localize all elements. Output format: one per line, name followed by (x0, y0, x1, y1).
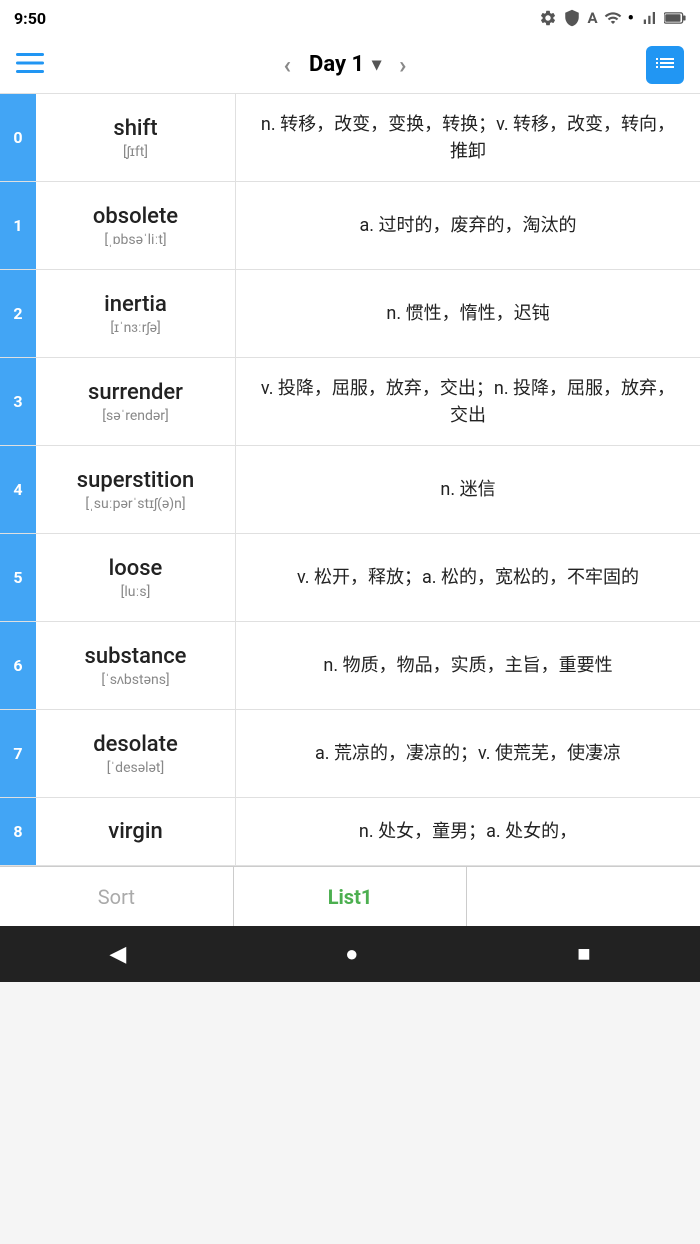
battery-icon (664, 11, 686, 25)
word-phonetic: [səˈrendər] (102, 407, 169, 424)
word-text: desolate (93, 732, 178, 757)
word-text: shift (113, 116, 157, 141)
word-phonetic: [ʃɪft] (123, 143, 148, 160)
word-text: loose (109, 556, 163, 581)
definition-cell: n. 转移，改变，变换，转换；v. 转移，改变，转向，推卸 (236, 94, 700, 181)
word-index: 5 (0, 534, 36, 621)
word-row[interactable]: 4 superstition [ˌsuːpərˈstɪʃ(ə)n] n. 迷信 (0, 446, 700, 534)
word-row[interactable]: 3 surrender [səˈrendər] v. 投降，屈服，放弃，交出；n. 投… (0, 358, 700, 446)
word-row[interactable]: 7 desolate [ˈdesələt] a. 荒凉的，凄凉的；v. 使荒芜，使凄凉 (0, 710, 700, 798)
status-time: 9:50 (14, 9, 46, 28)
day-navigation: ‹ Day 1 ▾ › (274, 47, 417, 83)
definition-cell: v. 松开，释放；a. 松的，宽松的，不牢固的 (236, 534, 700, 621)
word-row[interactable]: 2 inertia [ɪˈnɜːrʃə] n. 惯性，惰性，迟钝 (0, 270, 700, 358)
word-row[interactable]: 8 virgin n. 处女，童男；a. 处女的， (0, 798, 700, 866)
word-text: surrender (88, 380, 183, 405)
word-text: virgin (108, 819, 162, 844)
signal-icon (640, 9, 658, 27)
word-cell: obsolete [ˌɒbsəˈliːt] (36, 182, 236, 269)
dot-icon: • (628, 8, 634, 29)
sort-tab-label: Sort (98, 885, 135, 909)
grid-view-button[interactable] (646, 46, 684, 84)
hamburger-button[interactable] (16, 50, 44, 80)
word-phonetic: [ˌsuːpərˈstɪʃ(ə)n] (85, 495, 185, 512)
definition-cell: a. 荒凉的，凄凉的；v. 使荒芜，使凄凉 (236, 710, 700, 797)
definition-cell: v. 投降，屈服，放弃，交出；n. 投降，屈服，放弃，交出 (236, 358, 700, 445)
definition-cell: n. 惯性，惰性，迟钝 (236, 270, 700, 357)
definition-cell: a. 过时的，废弃的，淘汰的 (236, 182, 700, 269)
status-bar: 9:50 A • (0, 0, 700, 36)
wifi-icon (604, 9, 622, 27)
word-cell: substance [ˈsʌbstəns] (36, 622, 236, 709)
word-row[interactable]: 6 substance [ˈsʌbstəns] n. 物质，物品，实质，主旨，重要性 (0, 622, 700, 710)
word-cell: superstition [ˌsuːpərˈstɪʃ(ə)n] (36, 446, 236, 533)
word-phonetic: [ˌɒbsəˈliːt] (104, 231, 166, 248)
word-text: inertia (104, 292, 167, 317)
definition-cell: n. 迷信 (236, 446, 700, 533)
word-index: 6 (0, 622, 36, 709)
word-cell: inertia [ɪˈnɜːrʃə] (36, 270, 236, 357)
word-cell: surrender [səˈrendər] (36, 358, 236, 445)
word-index: 2 (0, 270, 36, 357)
word-row[interactable]: 0 shift [ʃɪft] n. 转移，改变，变换，转换；v. 转移，改变，转向，推… (0, 94, 700, 182)
toolbar: ‹ Day 1 ▾ › (0, 36, 700, 94)
word-index: 1 (0, 182, 36, 269)
word-index: 3 (0, 358, 36, 445)
shield-icon (563, 9, 581, 27)
word-row[interactable]: 1 obsolete [ˌɒbsəˈliːt] a. 过时的，废弃的，淘汰的 (0, 182, 700, 270)
word-index: 4 (0, 446, 36, 533)
word-text: obsolete (93, 204, 178, 229)
word-row[interactable]: 5 loose [luːs] v. 松开，释放；a. 松的，宽松的，不牢固的 (0, 534, 700, 622)
word-phonetic: [ˈsʌbstəns] (101, 671, 169, 688)
word-list: 0 shift [ʃɪft] n. 转移，改变，变换，转换；v. 转移，改变，转向，推… (0, 94, 700, 866)
word-cell: desolate [ˈdesələt] (36, 710, 236, 797)
bottom-tabs: Sort List1 (0, 866, 700, 926)
next-day-button[interactable]: › (389, 47, 416, 83)
word-phonetic: [ɪˈnɜːrʃə] (110, 319, 160, 336)
accessibility-icon: A (587, 9, 597, 27)
word-phonetic: [luːs] (121, 583, 151, 600)
word-text: superstition (77, 468, 194, 493)
list1-tab[interactable]: List1 (234, 867, 467, 926)
day-title[interactable]: Day 1 (309, 52, 364, 77)
word-index: 0 (0, 94, 36, 181)
word-phonetic: [ˈdesələt] (107, 759, 164, 776)
sort-tab[interactable]: Sort (0, 867, 234, 926)
list1-tab-label: List1 (328, 885, 373, 909)
word-cell: loose [luːs] (36, 534, 236, 621)
back-button[interactable]: ◀ (109, 942, 126, 967)
prev-day-button[interactable]: ‹ (274, 47, 302, 83)
settings-icon (539, 9, 557, 27)
word-cell: shift [ʃɪft] (36, 94, 236, 181)
word-cell: virgin (36, 798, 236, 865)
word-text: substance (85, 644, 187, 669)
nav-bar: ◀ ● ■ (0, 926, 700, 982)
definition-cell: n. 处女，童男；a. 处女的， (236, 798, 700, 865)
word-index: 8 (0, 798, 36, 865)
definition-cell: n. 物质，物品，实质，主旨，重要性 (236, 622, 700, 709)
home-button[interactable]: ● (345, 941, 358, 967)
word-index: 7 (0, 710, 36, 797)
recent-button[interactable]: ■ (577, 941, 590, 967)
more-tab[interactable] (466, 867, 700, 926)
dropdown-icon[interactable]: ▾ (372, 54, 381, 75)
